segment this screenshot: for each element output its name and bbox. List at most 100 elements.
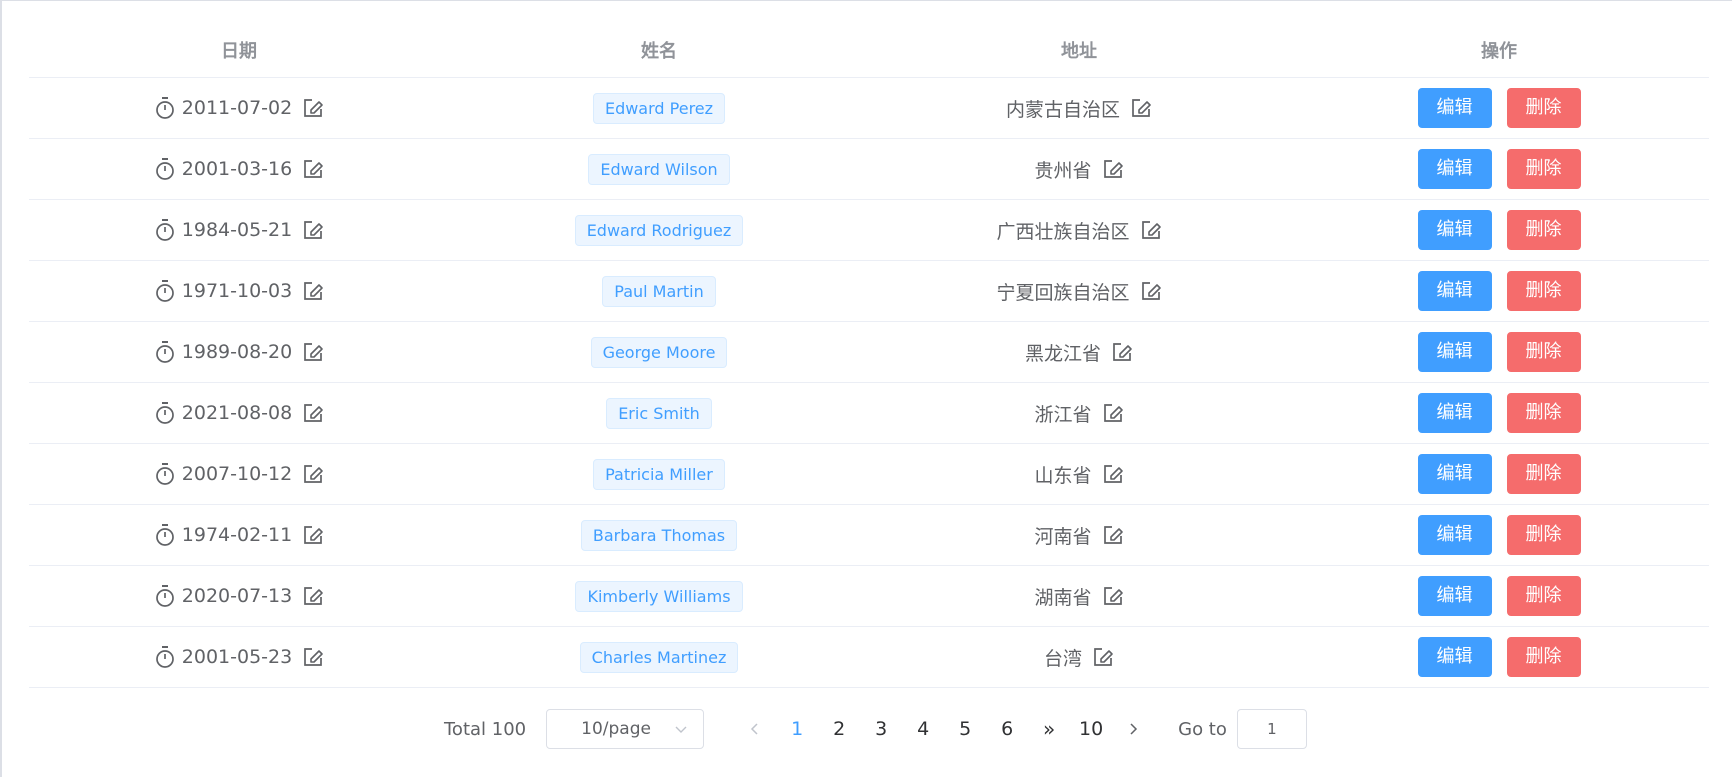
date-value: 2001-03-16 [181,158,293,180]
delete-button[interactable]: 删除 [1506,576,1581,616]
delete-button[interactable]: 删除 [1506,393,1581,433]
edit-button[interactable]: 编辑 [1417,393,1492,433]
name-cell: Patricia Miller [449,458,869,490]
table-row: 1971-10-03 Paul Martin 宁夏回族自治区 编辑 删除 [29,261,1709,322]
edit-icon[interactable] [302,158,324,180]
page-number[interactable]: 4 [902,718,944,740]
more-pages-button[interactable]: » [1028,717,1070,741]
address-cell: 山东省 [869,461,1289,488]
actions-cell: 编辑 删除 [1289,271,1709,311]
edit-icon[interactable] [302,402,324,424]
edit-button[interactable]: 编辑 [1417,576,1492,616]
name-tag: Edward Wilson [588,153,730,185]
actions-cell: 编辑 删除 [1289,332,1709,372]
page-number[interactable]: 1 [776,718,818,740]
date-cell: 2007-10-12 [29,462,449,486]
edit-icon[interactable] [302,524,324,546]
edit-icon[interactable] [302,585,324,607]
edit-button[interactable]: 编辑 [1417,637,1492,677]
edit-button[interactable]: 编辑 [1417,332,1492,372]
stopwatch-icon [154,523,176,547]
date-value: 1984-05-21 [181,219,293,241]
edit-icon[interactable] [302,341,324,363]
name-tag: Charles Martinez [579,641,739,673]
pager: 123456 » 10 [734,717,1154,741]
page-numbers: 123456 [776,718,1028,740]
goto-input[interactable] [1236,709,1307,749]
table-row: 2001-05-23 Charles Martinez 台湾 编辑 删除 [29,627,1709,688]
delete-button[interactable]: 删除 [1506,515,1581,555]
edit-icon[interactable] [1102,524,1124,546]
edit-icon[interactable] [302,280,324,302]
date-cell: 2021-08-08 [29,401,449,425]
edit-icon[interactable] [1102,402,1124,424]
edit-button[interactable]: 编辑 [1417,88,1492,128]
page-number[interactable]: 2 [818,718,860,740]
actions-cell: 编辑 删除 [1289,637,1709,677]
delete-button[interactable]: 删除 [1506,88,1581,128]
address-value: 贵州省 [1034,159,1092,182]
actions-cell: 编辑 删除 [1289,454,1709,494]
edit-button[interactable]: 编辑 [1417,149,1492,189]
page-last[interactable]: 10 [1070,718,1112,740]
edit-icon[interactable] [1102,463,1124,485]
delete-button[interactable]: 删除 [1506,332,1581,372]
actions-cell: 编辑 删除 [1289,88,1709,128]
name-tag: Barbara Thomas [580,519,738,551]
table-row: 2021-08-08 Eric Smith 浙江省 编辑 删除 [29,383,1709,444]
address-cell: 黑龙江省 [869,339,1289,366]
stopwatch-icon [154,157,176,181]
address-value: 山东省 [1034,464,1092,487]
edit-button[interactable]: 编辑 [1417,271,1492,311]
page-size-select[interactable]: 10/page [546,709,705,749]
address-cell: 河南省 [869,522,1289,549]
date-cell: 1989-08-20 [29,340,449,364]
address-value: 广西壮族自治区 [996,220,1130,243]
name-tag: Edward Perez [592,92,726,124]
name-tag: Edward Rodriguez [574,214,744,246]
edit-button[interactable]: 编辑 [1417,210,1492,250]
chevron-left-icon [751,723,758,735]
edit-icon[interactable] [1130,97,1152,119]
address-value: 台湾 [1043,647,1082,670]
date-value: 2020-07-13 [181,585,293,607]
edit-icon[interactable] [302,219,324,241]
delete-button[interactable]: 删除 [1506,149,1581,189]
table-row: 1984-05-21 Edward Rodriguez 广西壮族自治区 编辑 删除 [29,200,1709,261]
delete-button[interactable]: 删除 [1506,271,1581,311]
edit-icon[interactable] [1140,219,1162,241]
page-number[interactable]: 3 [860,718,902,740]
edit-icon[interactable] [1092,646,1114,668]
address-cell: 台湾 [869,644,1289,671]
name-cell: Edward Rodriguez [449,214,869,246]
header-actions: 操作 [1481,40,1517,62]
edit-icon[interactable] [302,97,324,119]
app-frame: 日期 姓名 地址 操作 2011-07-02 Edward Perez 内蒙古自治区… [0,0,1732,777]
edit-icon[interactable] [1102,585,1124,607]
page-number[interactable]: 5 [944,718,986,740]
date-cell: 1971-10-03 [29,279,449,303]
edit-icon[interactable] [1102,158,1124,180]
delete-button[interactable]: 删除 [1506,637,1581,677]
edit-icon[interactable] [1111,341,1133,363]
edit-icon[interactable] [1140,280,1162,302]
edit-icon[interactable] [302,463,324,485]
date-value: 1971-10-03 [181,280,293,302]
next-page-button[interactable] [1112,717,1154,741]
pagination-total: Total 100 [444,718,527,740]
address-value: 河南省 [1034,525,1092,548]
edit-button[interactable]: 编辑 [1417,515,1492,555]
page-number[interactable]: 6 [986,718,1028,740]
prev-page-button[interactable] [734,717,776,741]
name-tag: Patricia Miller [593,458,725,490]
edit-button[interactable]: 编辑 [1417,454,1492,494]
stopwatch-icon [154,645,176,669]
header-address: 地址 [1061,40,1097,62]
name-cell: Charles Martinez [449,641,869,673]
delete-button[interactable]: 删除 [1506,210,1581,250]
edit-icon[interactable] [302,646,324,668]
address-cell: 宁夏回族自治区 [869,278,1289,305]
delete-button[interactable]: 删除 [1506,454,1581,494]
stopwatch-icon [154,584,176,608]
date-value: 2021-08-08 [181,402,293,424]
